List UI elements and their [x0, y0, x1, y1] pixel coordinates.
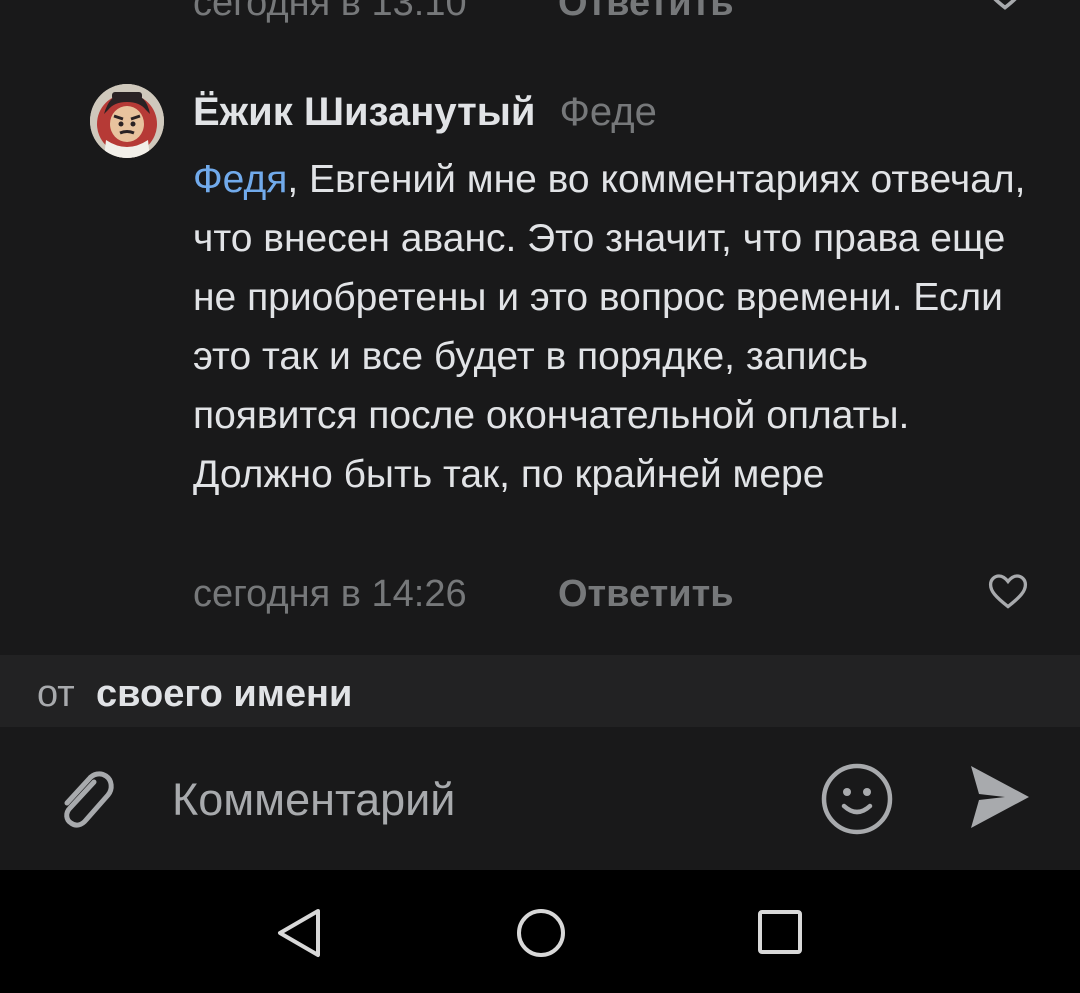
square-recents-icon[interactable] — [756, 908, 804, 956]
reply-button[interactable]: Ответить — [558, 573, 734, 616]
comment: Ёжик Шизанутый Феде Федя, Евгений мне во … — [0, 70, 1080, 655]
triangle-back-icon[interactable] — [274, 906, 324, 960]
post-as-prefix: от — [37, 673, 75, 715]
send-icon[interactable] — [965, 762, 1033, 832]
comment-body: , Евгений мне во комментариях отвечал, ч… — [193, 158, 1026, 496]
comment-footer: сегодня в 14:26 Ответить — [193, 565, 1043, 625]
system-navigation-bar — [0, 870, 1080, 993]
previous-comment-footer: сегодня в 13:10 Ответить — [193, 0, 1033, 30]
avatar[interactable] — [90, 84, 164, 158]
mention-link[interactable]: Федя — [193, 158, 287, 201]
author-name[interactable]: Ёжик Шизанутый — [193, 90, 535, 134]
post-as-selector[interactable]: от своего имени — [0, 655, 1080, 727]
author-line: Ёжик Шизанутый Феде — [193, 90, 657, 135]
heart-icon[interactable] — [983, 0, 1027, 14]
comment-time: сегодня в 14:26 — [193, 573, 467, 615]
reply-to-name[interactable]: Феде — [559, 90, 656, 134]
circle-home-icon[interactable] — [514, 906, 568, 960]
previous-comment-time: сегодня в 13:10 — [193, 0, 467, 24]
smiley-icon[interactable] — [820, 762, 894, 836]
avatar-image — [90, 84, 164, 158]
heart-icon[interactable] — [986, 569, 1030, 613]
post-as-name: своего имени — [96, 673, 353, 715]
previous-comment-reply-button[interactable]: Ответить — [558, 0, 734, 25]
comment-composer — [0, 727, 1080, 870]
screen: сегодня в 13:10 Ответить Ёжик Шизанутый … — [0, 0, 1080, 993]
comment-text: Федя, Евгений мне во комментариях отвеча… — [193, 150, 1043, 504]
paperclip-icon[interactable] — [50, 762, 122, 834]
comment-input[interactable] — [172, 765, 792, 835]
